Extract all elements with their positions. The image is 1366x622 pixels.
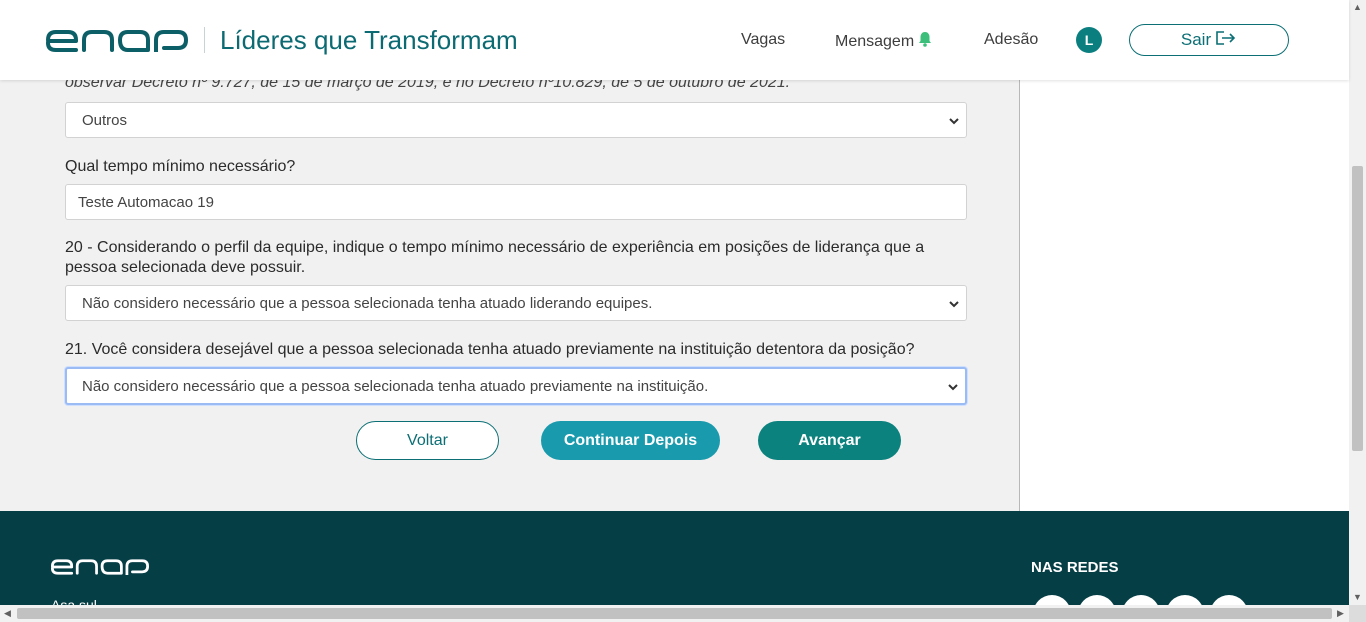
social-icon[interactable] [1122,595,1160,605]
q20-value: Não considero necessário que a pessoa se… [82,294,653,312]
chevron-down-icon [948,297,960,314]
social-icon[interactable] [1033,595,1071,605]
q21-label: 21. Você considera desejável que a pesso… [65,341,915,358]
social-icon[interactable] [1078,595,1116,605]
right-panel [1020,80,1349,511]
bell-icon [918,31,932,52]
scroll-down-arrow-icon[interactable]: ▼ [1353,592,1362,602]
back-button[interactable]: Voltar [356,421,499,460]
footer-enap-logo[interactable] [50,559,150,580]
previous-question-value: Outros [82,111,128,129]
social-icon[interactable] [1210,595,1248,605]
user-avatar[interactable]: L [1076,27,1102,53]
nav-adesao[interactable]: Adesão [984,31,1038,49]
chevron-down-icon [948,114,960,131]
logout-button[interactable]: Sair [1129,24,1289,56]
q21-select[interactable]: Não considero necessário que a pessoa se… [65,367,967,405]
min-time-input[interactable]: Teste Automacao 19 [65,184,967,220]
social-icon[interactable] [1166,595,1204,605]
social-heading: NAS REDES [1031,559,1119,576]
vertical-scrollbar-thumb[interactable] [1352,166,1363,451]
top-navbar: Líderes que Transformam Vagas Mensagem A… [0,0,1349,80]
logout-label: Sair [1180,30,1212,49]
nav-mensagem[interactable]: Mensagem [835,31,932,52]
app-title: Líderes que Transformam [220,25,518,55]
q20-label: 20 - Considerando o perfil da equipe, in… [65,239,925,276]
previous-question-select[interactable]: Outros [65,102,967,138]
footer: Asa sul NAS REDES [0,511,1349,605]
horizontal-scrollbar-thumb[interactable] [17,608,1332,619]
min-time-question-label: Qual tempo mínimo necessário? [65,158,296,175]
nav-mensagem-label: Mensagem [835,32,915,50]
nav-vagas[interactable]: Vagas [741,31,785,49]
footer-address: Asa sul [51,597,97,605]
q20-select[interactable]: Não considero necessário que a pessoa se… [65,285,967,321]
continue-later-button[interactable]: Continuar Depois [541,421,720,460]
logo-divider [204,27,205,53]
q21-value: Não considero necessário que a pessoa se… [82,377,709,395]
scrollbar-corner [1349,605,1366,622]
chevron-down-icon [947,380,959,397]
logout-icon [1215,30,1237,51]
scroll-up-arrow-icon[interactable]: ▲ [1353,2,1362,12]
scroll-left-arrow-icon[interactable]: ◀ [4,608,11,619]
next-button[interactable]: Avançar [758,421,901,460]
scroll-right-arrow-icon[interactable]: ▶ [1337,608,1344,619]
enap-logo[interactable] [45,30,189,57]
